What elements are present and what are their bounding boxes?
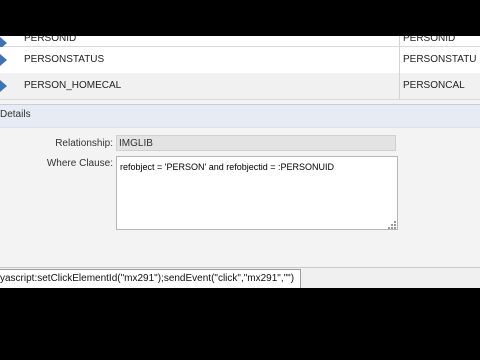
table-cell-name: PERSONID bbox=[24, 36, 77, 44]
table-cell-value: PERSONID bbox=[403, 36, 456, 44]
where-clause-label: Where Clause: bbox=[46, 158, 113, 169]
app-window: PERSONID PERSONID PERSONSTATUS PERSONSTA… bbox=[0, 36, 480, 288]
where-clause-textarea[interactable]: refobject = 'PERSON' and refobjectid = :… bbox=[116, 156, 398, 230]
table-row[interactable]: PERSON_HOMECAL PERSONCAL bbox=[0, 73, 480, 100]
table-cell-name: PERSONSTATUS bbox=[24, 54, 105, 65]
relationship-label: Relationship: bbox=[55, 138, 113, 149]
table-row[interactable]: PERSONSTATUS PERSONSTATU bbox=[0, 47, 480, 74]
details-title: Details bbox=[0, 109, 31, 120]
browser-status-bar: yascript:setClickElementId("mx291");send… bbox=[0, 267, 480, 289]
letterbox-top bbox=[0, 0, 480, 36]
resize-grip-icon[interactable] bbox=[386, 219, 396, 229]
status-url-text: yascript:setClickElementId("mx291");send… bbox=[0, 269, 302, 289]
table-row[interactable]: PERSONID PERSONID bbox=[0, 36, 480, 49]
letterbox-bottom bbox=[0, 288, 480, 360]
column-divider bbox=[399, 47, 400, 73]
relationship-field: IMGLIB bbox=[116, 135, 396, 151]
column-divider bbox=[399, 36, 400, 46]
row-expand-arrow-icon[interactable] bbox=[0, 80, 7, 92]
row-expand-arrow-icon[interactable] bbox=[0, 54, 7, 66]
table-cell-value: PERSONCAL bbox=[403, 80, 465, 91]
column-divider bbox=[399, 73, 400, 99]
details-panel: Relationship: IMGLIB Where Clause: refob… bbox=[0, 128, 480, 288]
table-cell-name: PERSON_HOMECAL bbox=[24, 80, 122, 91]
table-cell-value: PERSONSTATU bbox=[403, 54, 477, 65]
details-section-header[interactable]: Details bbox=[0, 104, 480, 128]
